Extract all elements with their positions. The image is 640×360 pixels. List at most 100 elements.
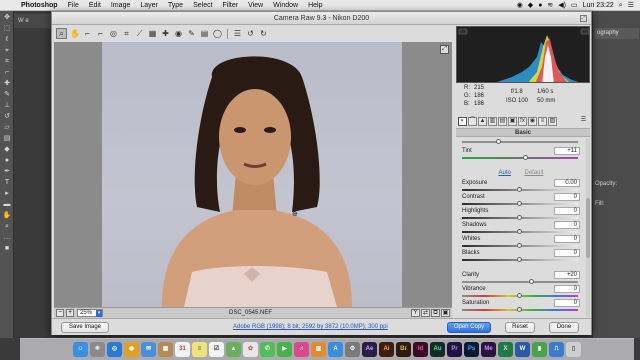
stamp-tool-icon[interactable]: ⊥ [2,102,12,110]
open-copy-button[interactable]: Open Copy [447,322,491,333]
ibooks-icon[interactable]: ▥ [311,342,326,357]
search-icon[interactable]: ⌕ [619,0,623,11]
rotate-right-icon[interactable]: ↻ [258,28,269,39]
trash-icon[interactable]: ▯ [566,342,581,357]
shape-tool-icon[interactable]: ▬ [2,201,12,209]
slider-knob[interactable] [517,243,522,248]
menu-filter[interactable]: Filter [218,0,244,11]
zoom-in-button[interactable]: + [66,309,74,317]
fullscreen-icon[interactable]: ⤢ [580,15,587,22]
slider-value[interactable]: 0 [554,193,580,201]
document-tab[interactable]: W e [14,14,54,28]
slider-value[interactable]: 0 [554,207,580,215]
slider-value[interactable]: 0 [554,249,580,257]
mic-icon[interactable]: ● [538,0,542,11]
type-tool-icon[interactable]: T [2,179,12,187]
menu-type[interactable]: Type [163,0,188,11]
menu-select[interactable]: Select [188,0,217,11]
messages-icon[interactable]: ✆ [260,342,275,357]
workspace-select[interactable]: ography [595,28,639,39]
media-encoder-icon[interactable]: Me [481,342,496,357]
copy-settings-icon[interactable]: ⧉ [431,309,440,317]
slider-knob[interactable] [517,187,522,192]
toggle-fullscreen-icon[interactable]: ⤢ [440,45,449,54]
app-store-icon[interactable]: A [328,342,343,357]
spot-removal-tool-icon[interactable]: ✚ [160,28,171,39]
slider-track[interactable] [462,281,578,283]
tab-camera-calibration-icon[interactable]: ◉ [528,117,537,126]
image-preview[interactable]: ⊕ ⤢ [54,42,452,307]
menu-image[interactable]: Image [106,0,135,11]
volume-icon[interactable]: ◀) [558,0,566,11]
tab-detail-icon[interactable]: ▲ [478,117,487,126]
toggle-settings-icon[interactable]: ▣ [441,309,450,317]
slider-value[interactable]: +11 [554,147,580,155]
eyedropper-tool-icon[interactable]: ⌐ [2,69,12,77]
system-preferences-icon[interactable]: ⚙ [345,342,360,357]
preferences-icon[interactable]: ☰ [232,28,243,39]
done-button[interactable]: Done [549,322,579,333]
marquee-tool-icon[interactable]: ⬚ [2,25,12,33]
dodge-tool-icon[interactable]: ● [2,157,12,165]
slider-knob[interactable] [517,229,522,234]
indesign-icon[interactable]: Id [413,342,428,357]
path-select-icon[interactable]: ▸ [2,190,12,198]
numbers-icon[interactable]: ▮ [532,342,547,357]
slider-value[interactable]: 0 [554,299,580,307]
safari-icon[interactable]: ◎ [107,342,122,357]
keynote-icon[interactable]: ⎍ [549,342,564,357]
zoom-tool-icon[interactable]: ⌕ [2,223,12,231]
white-balance-tool-icon[interactable]: ⌐ [82,28,93,39]
radial-filter-icon[interactable]: ◯ [212,28,223,39]
tab-hsl-icon[interactable]: ▥ [488,117,497,126]
transform-tool-icon[interactable]: ▦ [147,28,158,39]
slider-track[interactable] [462,157,578,159]
menu-view[interactable]: View [243,0,268,11]
zoom-out-button[interactable]: − [56,309,64,317]
targeted-adjustment-tool-icon[interactable]: ◎ [108,28,119,39]
slider-knob[interactable] [517,293,522,298]
swap-settings-icon[interactable]: ⇄ [421,309,430,317]
lasso-tool-icon[interactable]: ℓ [2,36,12,44]
slider-value[interactable]: 0 [554,285,580,293]
panel-scrollbar[interactable] [586,138,590,317]
slider-value[interactable]: +20 [554,271,580,279]
quick-select-icon[interactable]: ⌖ [2,47,12,55]
crop-tool-icon[interactable]: ⌗ [121,28,132,39]
before-after-view-icon[interactable]: Y [411,309,420,317]
eraser-tool-icon[interactable]: ▱ [2,124,12,132]
straighten-tool-icon[interactable]: ⟋ [134,28,145,39]
zoom-tool-icon[interactable]: ⌕ [56,28,67,39]
word-icon[interactable]: W [515,342,530,357]
menu-window[interactable]: Window [268,0,303,11]
excel-icon[interactable]: X [498,342,513,357]
launchpad-icon[interactable]: ⚛ [90,342,105,357]
red-eye-tool-icon[interactable]: ◉ [173,28,184,39]
slider-value[interactable]: 0.00 [554,179,580,187]
rotate-left-icon[interactable]: ↺ [245,28,256,39]
maps-icon[interactable]: ▲ [226,342,241,357]
save-image-button[interactable]: Save Image [61,322,109,333]
status-icon[interactable]: ◉ [517,0,523,11]
after-effects-icon[interactable]: Ae [362,342,377,357]
panel-menu-icon[interactable]: ☰ [579,117,588,126]
temperature-slider-track[interactable] [462,141,578,143]
photoshop-icon[interactable]: Ps [464,342,479,357]
tab-effects-icon[interactable]: fx [518,117,527,126]
workflow-options-link[interactable]: Adobe RGB (1998); 8 bit; 2592 by 3872 (1… [233,324,388,330]
slider-value[interactable]: 0 [554,221,580,229]
adjustment-brush-icon[interactable]: ✎ [186,28,197,39]
hand-tool-icon[interactable]: ✋ [69,28,80,39]
wifi-icon[interactable]: ≋ [547,0,553,11]
auto-link[interactable]: Auto [498,170,510,176]
menu-layer[interactable]: Layer [135,0,163,11]
notes-icon[interactable]: ≡ [192,342,207,357]
reset-button[interactable]: Reset [505,322,535,333]
illustrator-icon[interactable]: Ai [379,342,394,357]
list-icon[interactable]: ☰ [628,0,634,11]
itunes-icon[interactable]: ♫ [294,342,309,357]
color-swatch-icon[interactable]: ■ [2,245,12,253]
slider-knob[interactable] [522,155,528,160]
brush-tool-icon[interactable]: ✎ [2,91,12,99]
slider-knob[interactable] [517,201,522,206]
